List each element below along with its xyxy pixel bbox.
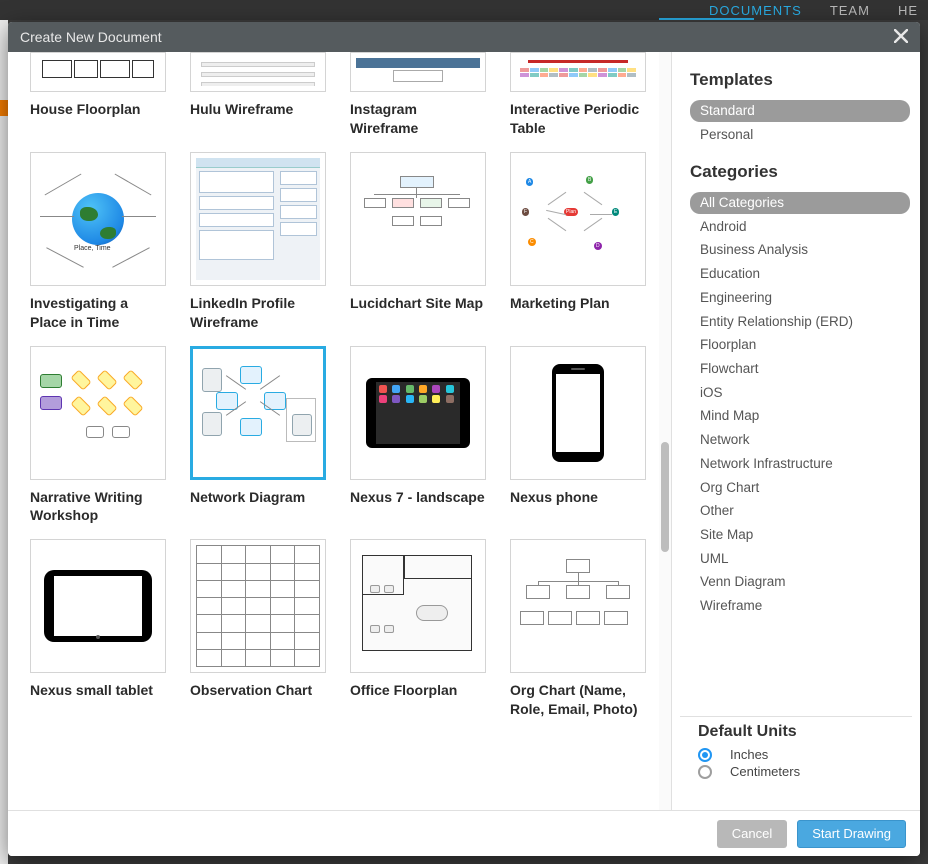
template-nexus7-landscape[interactable]: Nexus 7 - landscape bbox=[350, 346, 486, 508]
start-drawing-button[interactable]: Start Drawing bbox=[797, 820, 906, 848]
template-label: Network Diagram bbox=[190, 488, 326, 508]
template-hulu-wireframe[interactable]: Hulu Wireframe bbox=[190, 52, 326, 120]
category-ios[interactable]: iOS bbox=[690, 382, 910, 404]
templates-heading: Templates bbox=[690, 70, 910, 90]
template-label: Investigating a Place in Time bbox=[30, 294, 166, 332]
template-label: Office Floorplan bbox=[350, 681, 486, 701]
template-label: Marketing Plan bbox=[510, 294, 646, 314]
nav-help[interactable]: HE bbox=[898, 3, 918, 18]
template-label: Narrative Writing Workshop bbox=[30, 488, 166, 526]
category-wireframe[interactable]: Wireframe bbox=[690, 595, 910, 617]
categories-heading: Categories bbox=[690, 162, 910, 182]
template-label: Instagram Wireframe bbox=[350, 100, 486, 138]
template-type-standard[interactable]: Standard bbox=[690, 100, 910, 122]
template-type-personal[interactable]: Personal bbox=[690, 124, 910, 146]
category-floorplan[interactable]: Floorplan bbox=[690, 334, 910, 356]
template-label: Nexus phone bbox=[510, 488, 646, 508]
unit-option-centimeters[interactable]: Centimeters bbox=[698, 764, 902, 779]
category-venn-diagram[interactable]: Venn Diagram bbox=[690, 571, 910, 593]
default-units-heading: Default Units bbox=[698, 723, 902, 741]
category-list: All CategoriesAndroidBusiness AnalysisEd… bbox=[690, 192, 910, 617]
category-all-categories[interactable]: All Categories bbox=[690, 192, 910, 214]
template-marketing-plan[interactable]: Plan A B C D E F bbox=[510, 152, 646, 314]
cancel-button[interactable]: Cancel bbox=[717, 820, 787, 848]
category-uml[interactable]: UML bbox=[690, 548, 910, 570]
top-navigation: DOCUMENTS TEAM HE bbox=[0, 0, 928, 20]
template-nexus-small-tablet[interactable]: Nexus small tablet bbox=[30, 539, 166, 701]
template-org-chart[interactable]: Org Chart (Name, Role, Email, Photo) bbox=[510, 539, 646, 719]
category-engineering[interactable]: Engineering bbox=[690, 287, 910, 309]
template-observation-chart[interactable]: Observation Chart bbox=[190, 539, 326, 701]
category-education[interactable]: Education bbox=[690, 263, 910, 285]
category-mind-map[interactable]: Mind Map bbox=[690, 405, 910, 427]
radio-icon[interactable] bbox=[698, 765, 712, 779]
category-flowchart[interactable]: Flowchart bbox=[690, 358, 910, 380]
template-type-list: StandardPersonal bbox=[690, 100, 910, 146]
template-investigating-place[interactable]: Place, Time Investigating a Place in Tim… bbox=[30, 152, 166, 332]
category-org-chart[interactable]: Org Chart bbox=[690, 477, 910, 499]
template-nexus-phone[interactable]: Nexus phone bbox=[510, 346, 646, 508]
radio-icon[interactable] bbox=[698, 748, 712, 762]
template-label: Org Chart (Name, Role, Email, Photo) bbox=[510, 681, 646, 719]
nav-team[interactable]: TEAM bbox=[830, 3, 870, 18]
template-linkedin-wireframe[interactable]: LinkedIn Profile Wireframe bbox=[190, 152, 326, 332]
gallery-scrollbar[interactable] bbox=[659, 52, 671, 810]
template-lucidchart-sitemap[interactable]: Lucidchart Site Map bbox=[350, 152, 486, 314]
unit-option-inches[interactable]: Inches bbox=[698, 747, 902, 762]
category-business-analysis[interactable]: Business Analysis bbox=[690, 239, 910, 261]
template-label: Nexus 7 - landscape bbox=[350, 488, 486, 508]
template-label: House Floorplan bbox=[30, 100, 166, 120]
unit-label: Centimeters bbox=[730, 764, 800, 779]
template-label: Nexus small tablet bbox=[30, 681, 166, 701]
template-label: Interactive Periodic Table bbox=[510, 100, 646, 138]
modal-header: Create New Document bbox=[8, 22, 920, 52]
modal-footer: Cancel Start Drawing bbox=[8, 810, 920, 856]
close-icon[interactable] bbox=[894, 28, 908, 46]
template-label: LinkedIn Profile Wireframe bbox=[190, 294, 326, 332]
sidebar: Templates StandardPersonal Categories Al… bbox=[672, 52, 920, 810]
template-instagram-wireframe[interactable]: Instagram Wireframe bbox=[350, 52, 486, 138]
template-periodic-table[interactable]: Interactive Periodic Table bbox=[510, 52, 646, 138]
template-house-floorplan[interactable]: House Floorplan bbox=[30, 52, 166, 120]
thumb-caption: Place, Time bbox=[74, 245, 111, 252]
category-other[interactable]: Other bbox=[690, 500, 910, 522]
unit-label: Inches bbox=[730, 747, 768, 762]
template-gallery: House Floorplan Hulu Wireframe bbox=[8, 52, 659, 810]
create-document-modal: Create New Document House Floorpla bbox=[8, 22, 920, 856]
template-label: Lucidchart Site Map bbox=[350, 294, 486, 314]
modal-title: Create New Document bbox=[20, 29, 162, 45]
default-units-panel: Default Units Inches Centimeters bbox=[680, 716, 912, 787]
category-site-map[interactable]: Site Map bbox=[690, 524, 910, 546]
template-label: Hulu Wireframe bbox=[190, 100, 326, 120]
nav-documents[interactable]: DOCUMENTS bbox=[709, 3, 802, 18]
category-network-infrastructure[interactable]: Network Infrastructure bbox=[690, 453, 910, 475]
template-narrative-writing[interactable]: Narrative Writing Workshop bbox=[30, 346, 166, 526]
template-network-diagram[interactable]: Network Diagram bbox=[190, 346, 326, 508]
category-entity-relationship-erd-[interactable]: Entity Relationship (ERD) bbox=[690, 311, 910, 333]
template-office-floorplan[interactable]: Office Floorplan bbox=[350, 539, 486, 701]
category-network[interactable]: Network bbox=[690, 429, 910, 451]
scrollbar-handle[interactable] bbox=[661, 442, 669, 552]
template-label: Observation Chart bbox=[190, 681, 326, 701]
category-android[interactable]: Android bbox=[690, 216, 910, 238]
